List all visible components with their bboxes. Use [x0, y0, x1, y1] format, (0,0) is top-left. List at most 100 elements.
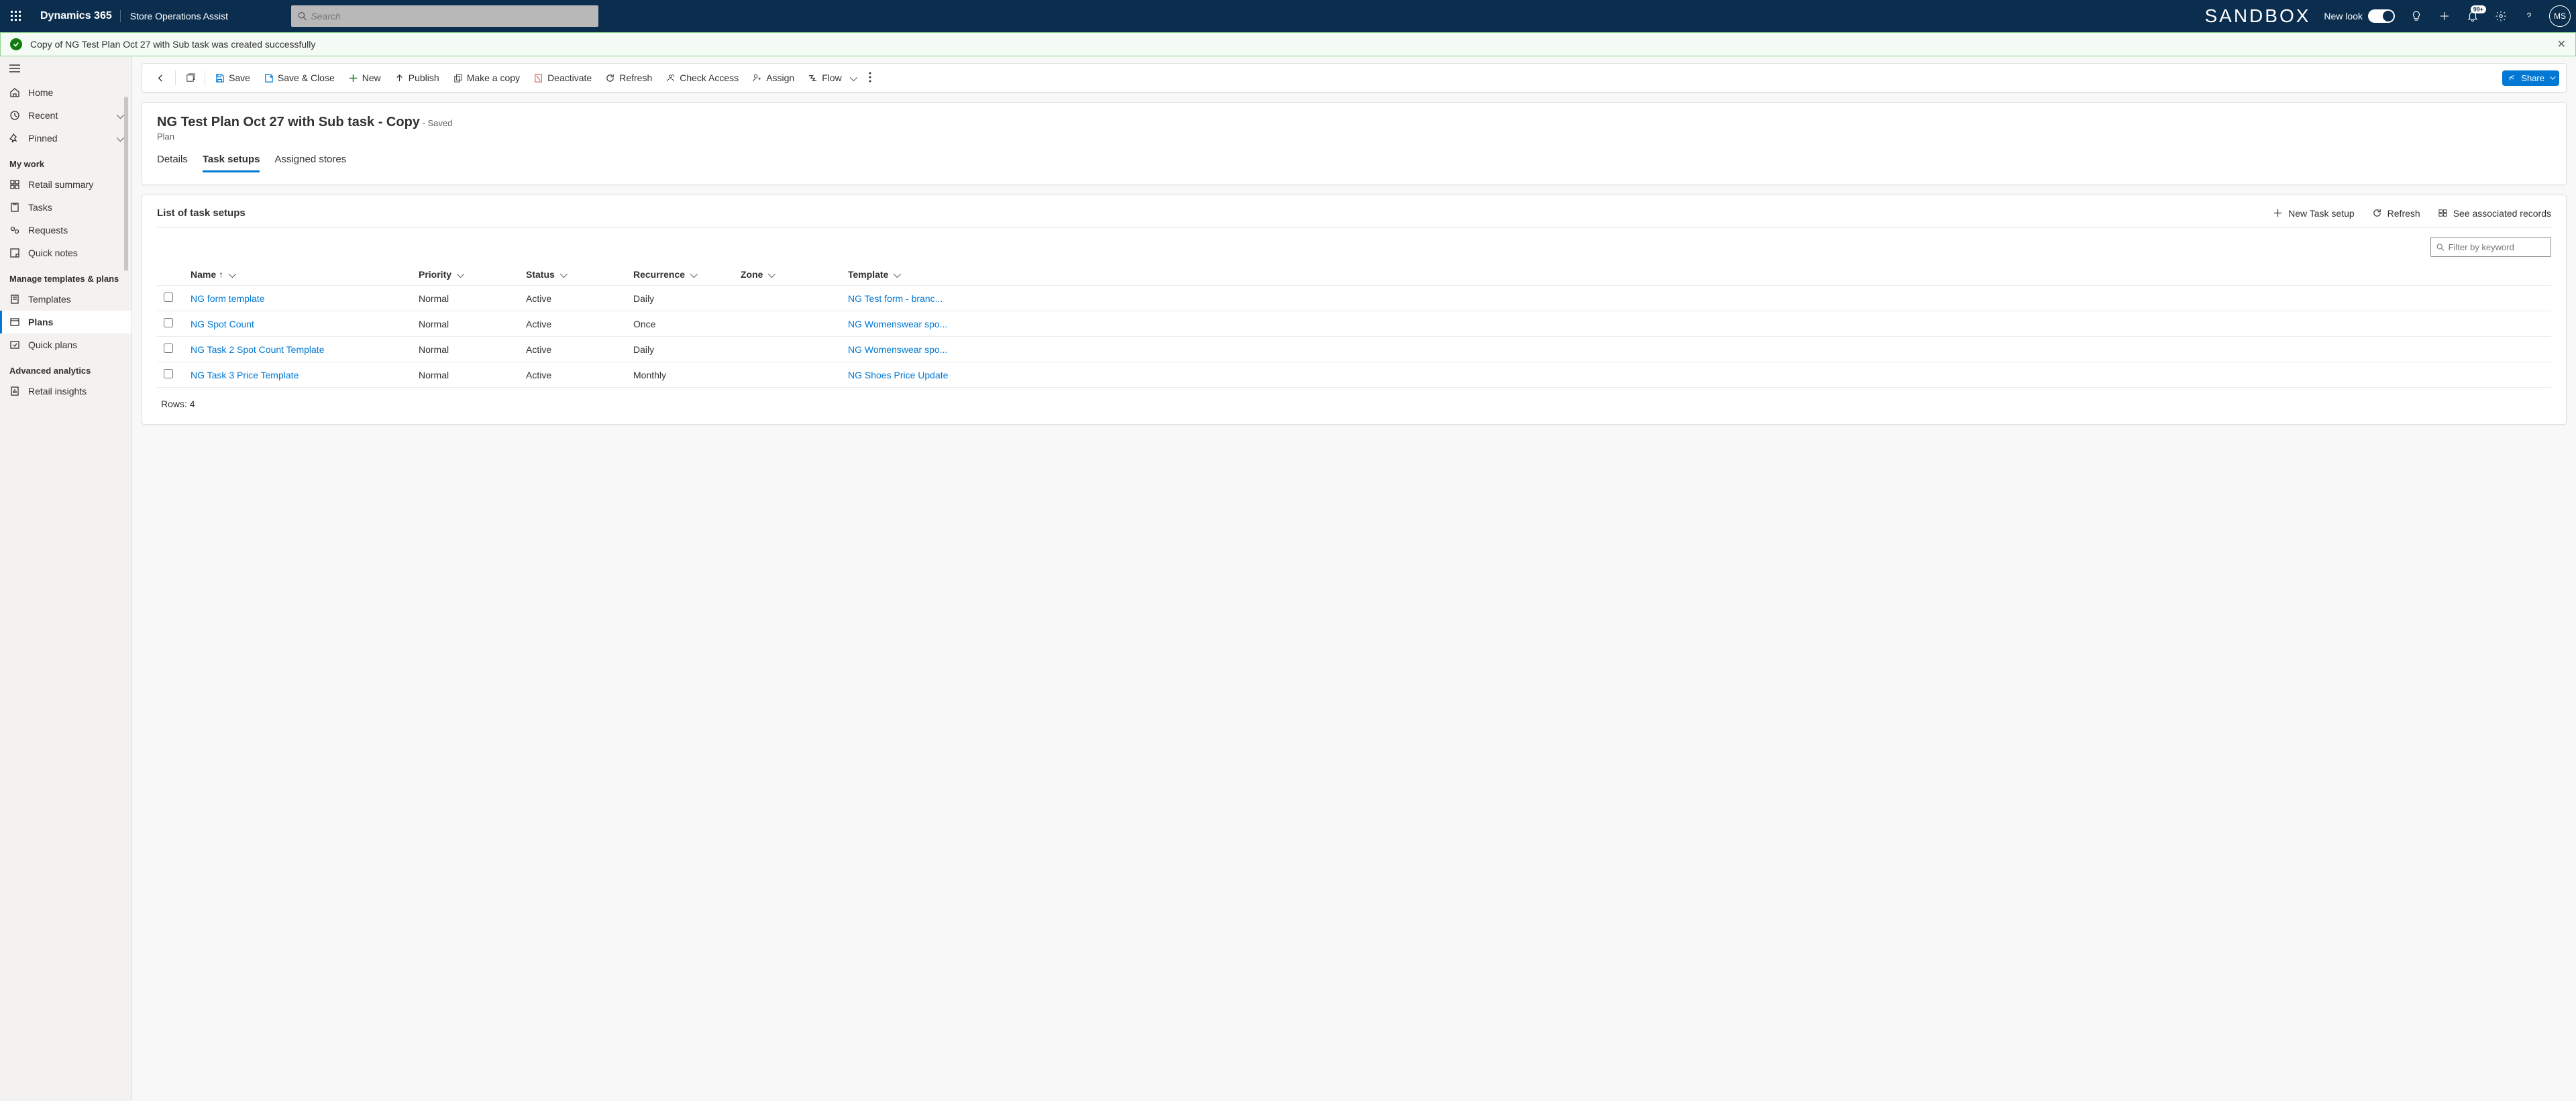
search-icon [298, 11, 307, 21]
sidebar-item-tasks[interactable]: Tasks [0, 196, 131, 219]
chevron-down-icon[interactable] [894, 272, 899, 280]
notification-bell-icon[interactable]: 99+ [2461, 4, 2485, 28]
sidebar-item-retail-insights[interactable]: Retail insights [0, 380, 131, 403]
sidebar-item-templates[interactable]: Templates [0, 288, 131, 311]
page-title: NG Test Plan Oct 27 with Sub task - Copy… [157, 115, 2551, 130]
col-name[interactable]: Name ↑ [184, 264, 412, 286]
col-template[interactable]: Template [841, 264, 2551, 286]
col-recurrence[interactable]: Recurrence [627, 264, 734, 286]
deactivate-button[interactable]: Deactivate [527, 67, 598, 89]
row-recurrence: Daily [627, 286, 734, 311]
flow-button[interactable]: Flow [801, 67, 862, 89]
refresh-button[interactable]: Refresh [598, 67, 659, 89]
toggle-switch-icon[interactable] [2368, 9, 2395, 23]
row-template-link[interactable]: NG Shoes Price Update [848, 370, 948, 380]
row-name-link[interactable]: NG Task 2 Spot Count Template [191, 344, 324, 355]
cmd-label: Assign [766, 72, 794, 83]
plus-icon[interactable] [2432, 4, 2457, 28]
sidebar-item-requests[interactable]: Requests [0, 219, 131, 242]
col-status[interactable]: Status [519, 264, 627, 286]
quick-plans-icon [9, 339, 20, 350]
chevron-down-icon[interactable] [117, 133, 122, 144]
make-copy-button[interactable]: Make a copy [446, 67, 527, 89]
new-look-toggle[interactable]: New look [2324, 9, 2395, 23]
cmd-label: Save [229, 72, 250, 83]
user-avatar[interactable]: MS [2549, 5, 2571, 27]
table-row[interactable]: NG Task 3 Price TemplateNormalActiveMont… [157, 362, 2551, 388]
row-checkbox[interactable] [164, 369, 173, 378]
record-title: NG Test Plan Oct 27 with Sub task - Copy [157, 115, 420, 129]
save-close-button[interactable]: Save & Close [257, 67, 341, 89]
open-new-window-button[interactable] [178, 67, 202, 89]
new-button[interactable]: New [341, 67, 388, 89]
overflow-menu-icon[interactable] [862, 72, 878, 85]
chevron-down-icon[interactable] [229, 272, 234, 280]
save-button[interactable]: Save [208, 67, 257, 89]
close-notification-icon[interactable]: ✕ [2557, 38, 2566, 51]
share-button[interactable]: Share [2502, 70, 2559, 86]
global-search[interactable] [291, 5, 598, 27]
row-priority: Normal [412, 286, 519, 311]
lightbulb-icon[interactable] [2404, 4, 2428, 28]
chevron-down-icon[interactable] [560, 272, 566, 280]
task-setups-grid: Name ↑ Priority Status Recurrence Zone T… [157, 264, 2551, 388]
filter-keyword-box[interactable] [2430, 237, 2551, 257]
cmd-label: Save & Close [278, 72, 335, 83]
col-zone[interactable]: Zone [734, 264, 841, 286]
sidebar-item-quick-plans[interactable]: Quick plans [0, 333, 131, 356]
row-status: Active [519, 286, 627, 311]
sidebar-header-advanced: Advanced analytics [0, 356, 131, 380]
chevron-down-icon[interactable] [690, 272, 696, 280]
row-name-link[interactable]: NG form template [191, 293, 264, 304]
filter-input[interactable] [2449, 242, 2545, 252]
clock-icon [9, 110, 20, 121]
row-checkbox[interactable] [164, 344, 173, 353]
row-recurrence: Daily [627, 337, 734, 362]
hamburger-icon[interactable] [0, 62, 131, 81]
row-template-link[interactable]: NG Womenswear spo... [848, 344, 947, 355]
tab-details[interactable]: Details [157, 154, 188, 172]
chevron-down-icon[interactable] [768, 272, 773, 280]
chevron-down-icon[interactable] [117, 110, 122, 121]
check-access-button[interactable]: Check Access [659, 67, 745, 89]
row-template-link[interactable]: NG Womenswear spo... [848, 319, 947, 329]
chevron-down-icon[interactable] [457, 272, 462, 280]
tab-assigned-stores[interactable]: Assigned stores [274, 154, 346, 172]
settings-gear-icon[interactable] [2489, 4, 2513, 28]
brand-name[interactable]: Dynamics 365 [32, 10, 121, 22]
search-input[interactable] [311, 11, 592, 21]
success-check-icon [10, 38, 22, 50]
tab-task-setups[interactable]: Task setups [203, 154, 260, 172]
app-name[interactable]: Store Operations Assist [121, 11, 237, 21]
row-template-link[interactable]: NG Test form - branc... [848, 293, 943, 304]
col-priority[interactable]: Priority [412, 264, 519, 286]
table-row[interactable]: NG form template NormalActiveDaily NG Test… [157, 286, 2551, 311]
row-status: Active [519, 362, 627, 388]
sidebar-item-label: Recent [28, 110, 58, 121]
publish-button[interactable]: Publish [388, 67, 446, 89]
help-icon[interactable] [2517, 4, 2541, 28]
row-name-link[interactable]: NG Spot Count [191, 319, 254, 329]
table-row[interactable]: NG Spot CountNormalActiveOnceNG Womenswe… [157, 311, 2551, 337]
new-look-label: New look [2324, 11, 2363, 21]
sidebar-item-quick-notes[interactable]: Quick notes [0, 242, 131, 264]
pin-icon [9, 133, 20, 144]
assign-button[interactable]: Assign [745, 67, 801, 89]
sidebar-item-home[interactable]: Home [0, 81, 131, 104]
app-launcher-icon[interactable] [5, 5, 27, 27]
row-checkbox[interactable] [164, 293, 173, 302]
task-setups-list-card: List of task setups New Task setup Refre… [142, 195, 2567, 425]
sidebar-item-pinned[interactable]: Pinned [0, 127, 131, 150]
sidebar-item-recent[interactable]: Recent [0, 104, 131, 127]
sidebar-item-retail-summary[interactable]: Retail summary [0, 173, 131, 196]
new-task-setup-button[interactable]: New Task setup [2273, 208, 2355, 219]
row-checkbox[interactable] [164, 318, 173, 327]
see-associated-button[interactable]: See associated records [2438, 208, 2551, 219]
list-refresh-button[interactable]: Refresh [2372, 208, 2420, 219]
table-row[interactable]: NG Task 2 Spot Count TemplateNormalActiv… [157, 337, 2551, 362]
row-name-link[interactable]: NG Task 3 Price Template [191, 370, 299, 380]
clipboard-icon [9, 202, 20, 213]
sandbox-label: SANDBOX [2204, 5, 2310, 27]
sidebar-item-plans[interactable]: Plans [0, 311, 131, 333]
back-button[interactable] [149, 67, 172, 89]
